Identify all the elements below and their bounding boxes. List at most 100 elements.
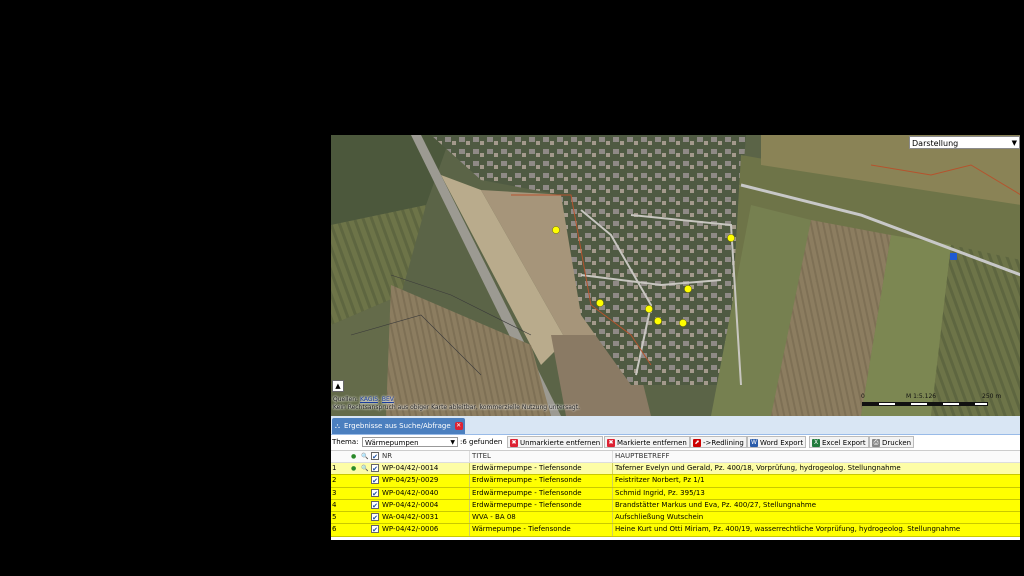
result-marker[interactable] bbox=[552, 226, 560, 234]
row-checkbox[interactable]: ✔ bbox=[371, 488, 379, 498]
cell-titel: Wärmepumpe - Tiefensonde bbox=[472, 525, 571, 534]
close-icon[interactable]: ✕ bbox=[454, 422, 463, 430]
cell-titel: Erdwärmepumpe - Tiefensonde bbox=[472, 500, 582, 509]
scale-end: 250 m bbox=[982, 393, 1002, 400]
excel-icon: X bbox=[812, 439, 820, 447]
row-checkbox[interactable]: ✔ bbox=[371, 513, 379, 522]
cell-nr: WA-04/42/-0031 bbox=[382, 513, 439, 522]
column-header-titel[interactable]: TITEL bbox=[472, 451, 491, 462]
result-marker[interactable] bbox=[654, 317, 662, 325]
row-index: 5 bbox=[332, 513, 337, 522]
tab-results[interactable]: ⛬ Ergebnisse aus Suche/Abfrage ✕ bbox=[332, 418, 465, 434]
redlining-label: ->Redlining bbox=[703, 439, 744, 447]
word-export-button[interactable]: W Word Export bbox=[747, 436, 807, 448]
theme-select[interactable]: Wärmepumpen ▼ bbox=[362, 437, 458, 447]
excel-export-label: Excel Export bbox=[822, 439, 866, 447]
excel-export-button[interactable]: X Excel Export bbox=[809, 436, 869, 448]
print-icon: ⎙ bbox=[872, 439, 880, 447]
map-feature-marker[interactable] bbox=[950, 253, 957, 260]
print-button[interactable]: ⎙ Drucken bbox=[869, 436, 915, 448]
row-checkbox[interactable]: ✔ bbox=[371, 500, 379, 510]
results-grid: ● 🔍 ✔ NR TITEL HAUPTBETREFF 1 ● 🔍 ✔ WP-04/42… bbox=[331, 451, 1020, 537]
column-divider bbox=[612, 487, 613, 499]
aerial-map[interactable] bbox=[331, 135, 1020, 416]
row-index: 4 bbox=[332, 500, 337, 509]
cell-nr: WP-04/42/-0040 bbox=[382, 488, 439, 497]
row-index: 1 bbox=[332, 464, 337, 472]
cell-titel: Erdwärmepumpe - Tiefensonde bbox=[472, 464, 582, 472]
row-checkbox[interactable]: ✔ bbox=[371, 464, 379, 473]
column-divider bbox=[612, 463, 613, 475]
result-marker[interactable] bbox=[684, 285, 692, 293]
result-marker[interactable] bbox=[645, 305, 653, 313]
remove-marked-icon: ✖ bbox=[607, 439, 615, 447]
cell-hauptbetreff: Heine Kurt und Otti Miriam, Pz. 400/19, … bbox=[615, 525, 961, 534]
layer-select[interactable]: Darstellung ▼ bbox=[909, 136, 1020, 149]
tab-bar: ⛬ Ergebnisse aus Suche/Abfrage ✕ bbox=[331, 416, 1020, 435]
column-divider bbox=[612, 512, 613, 524]
row-checkbox[interactable]: ✔ bbox=[371, 525, 379, 534]
row-index: 6 bbox=[332, 525, 337, 534]
chevron-down-icon: ▼ bbox=[1011, 139, 1017, 147]
remove-unmarked-label: Unmarkierte entfernen bbox=[520, 439, 601, 447]
gis-application: Darstellung ▼ ▲ Quellen: KAGIS, BEV Kein… bbox=[331, 135, 1020, 540]
select-all-checkbox[interactable]: ✔ bbox=[371, 452, 379, 461]
column-divider bbox=[612, 451, 613, 462]
map-disclaimer: Kein Rechtsanspruch aus obiger Karte abl… bbox=[333, 404, 580, 411]
source-label: Quellen: bbox=[333, 396, 359, 403]
search-icon[interactable]: 🔍 bbox=[361, 465, 368, 472]
theme-select-value: Wärmepumpen bbox=[365, 439, 419, 447]
column-divider bbox=[612, 499, 613, 512]
table-row[interactable]: 2 ✔ WP-04/25/-0029 Erdwärmepumpe - Tiefenso… bbox=[331, 475, 1020, 488]
print-label: Drucken bbox=[882, 439, 912, 447]
remove-unmarked-button[interactable]: ✖ Unmarkierte entfernen bbox=[507, 436, 604, 448]
column-divider bbox=[469, 451, 470, 462]
column-divider bbox=[469, 475, 470, 487]
remove-marked-button[interactable]: ✖ Markierte entfernen bbox=[604, 436, 690, 448]
tab-results-label: Ergebnisse aus Suche/Abfrage bbox=[344, 422, 451, 430]
results-toolbar: Thema: Wärmepumpen ▼ :6 gefunden ✖ Unmar… bbox=[331, 435, 1020, 451]
result-marker[interactable] bbox=[727, 234, 735, 242]
table-row[interactable]: 3 ✔ WP-04/42/-0040 Erdwärmepumpe - Tiefenso… bbox=[331, 487, 1020, 500]
cell-hauptbetreff: Taferner Evelyn und Gerald, Pz. 400/18, … bbox=[615, 464, 901, 472]
theme-label: Thema: bbox=[332, 438, 359, 446]
result-marker[interactable] bbox=[596, 299, 604, 307]
search-icon[interactable]: 🔍 bbox=[361, 453, 368, 460]
cell-nr: WP-04/42/-0004 bbox=[382, 500, 439, 509]
column-divider bbox=[469, 499, 470, 512]
zoom-to-icon[interactable]: ● bbox=[351, 465, 358, 472]
redlining-icon: ⬈ bbox=[693, 439, 701, 447]
cell-hauptbetreff: Aufschließung Wutschein bbox=[615, 513, 704, 522]
row-checkbox[interactable]: ✔ bbox=[371, 476, 379, 485]
table-row[interactable]: 4 ✔ WP-04/42/-0004 Erdwärmepumpe - Tiefenso… bbox=[331, 499, 1020, 513]
scale-bar: 0 M 1:5.126 250 m bbox=[858, 393, 1013, 411]
cell-titel: Erdwärmepumpe - Tiefensonde bbox=[472, 488, 582, 497]
result-count: :6 gefunden bbox=[460, 438, 503, 446]
source-link-bev[interactable]: BEV bbox=[382, 396, 394, 403]
source-link-kagis[interactable]: KAGIS bbox=[360, 396, 378, 403]
word-export-label: Word Export bbox=[760, 439, 804, 447]
remove-marked-label: Markierte entfernen bbox=[617, 439, 687, 447]
zoom-all-icon[interactable]: ● bbox=[351, 453, 358, 460]
results-panel: ⛬ Ergebnisse aus Suche/Abfrage ✕ Thema: … bbox=[331, 416, 1020, 540]
column-divider bbox=[612, 524, 613, 536]
table-row[interactable]: 5 ✔ WA-04/42/-0031 WVA - BA 08 Aufschließung… bbox=[331, 512, 1020, 525]
layer-select-value: Darstellung bbox=[912, 139, 959, 148]
result-marker[interactable] bbox=[679, 319, 687, 327]
column-divider bbox=[612, 475, 613, 487]
redlining-button[interactable]: ⬈ ->Redlining bbox=[690, 436, 747, 448]
remove-unmarked-icon: ✖ bbox=[510, 439, 518, 447]
column-header-nr[interactable]: NR bbox=[382, 451, 392, 462]
column-header-hauptbetreff[interactable]: HAUPTBETREFF bbox=[615, 451, 670, 462]
word-icon: W bbox=[750, 439, 758, 447]
cell-titel: WVA - BA 08 bbox=[472, 513, 516, 522]
map-info-icon[interactable]: ▲ bbox=[332, 380, 344, 392]
grid-body: 1 ● 🔍 ✔ WP-04/42/-0014 Erdwärmepumpe - Tiefen… bbox=[331, 463, 1020, 537]
scale-bar-graphic bbox=[862, 402, 988, 406]
table-row[interactable]: 6 ✔ WP-04/42/-0006 Wärmepumpe - Tiefensonde… bbox=[331, 524, 1020, 537]
table-row[interactable]: 1 ● 🔍 ✔ WP-04/42/-0014 Erdwärmepumpe - Tiefen… bbox=[331, 463, 1020, 476]
map-view[interactable]: Darstellung ▼ ▲ Quellen: KAGIS, BEV Kein… bbox=[331, 135, 1020, 416]
scale-start: 0 bbox=[861, 393, 865, 400]
column-divider bbox=[469, 524, 470, 536]
cell-hauptbetreff: Feistritzer Norbert, Pz 1/1 bbox=[615, 476, 705, 485]
